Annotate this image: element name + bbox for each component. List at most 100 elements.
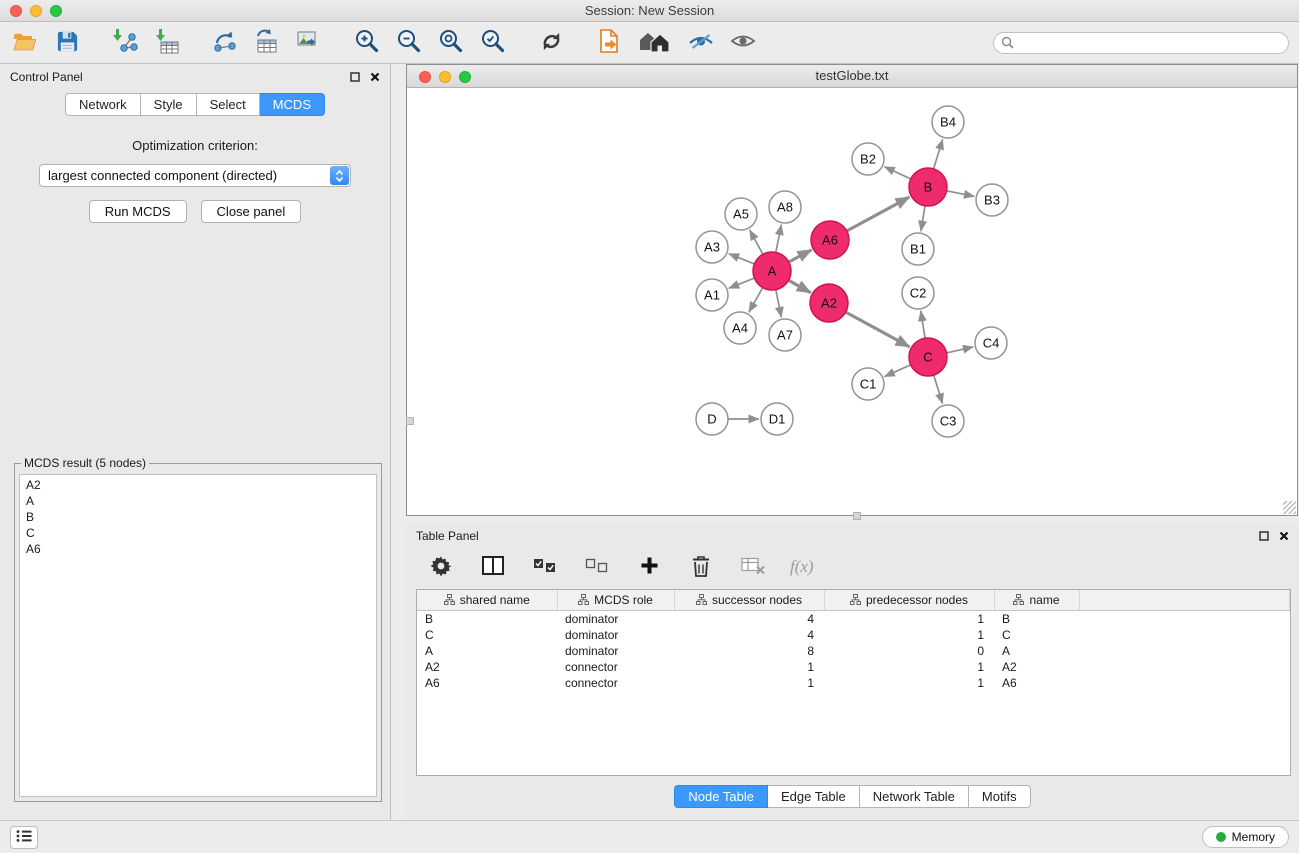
- zoom-window-button[interactable]: [50, 5, 62, 17]
- table-row[interactable]: Bdominator41B: [417, 611, 1290, 628]
- import-network-button[interactable]: [110, 28, 140, 58]
- edge-C-C1[interactable]: [884, 365, 910, 377]
- control-tab-network[interactable]: Network: [65, 93, 141, 116]
- import-table-button[interactable]: [152, 28, 182, 58]
- edge-A6-B[interactable]: [847, 197, 910, 231]
- show-panels-button[interactable]: [10, 826, 38, 849]
- refresh-layout-button[interactable]: [536, 28, 566, 58]
- node-A8[interactable]: A8: [769, 191, 801, 223]
- node-A[interactable]: A: [753, 252, 791, 290]
- node-B[interactable]: B: [909, 168, 947, 206]
- table-cell[interactable]: A2: [417, 659, 557, 675]
- node-A3[interactable]: A3: [696, 231, 728, 263]
- edge-C-C2[interactable]: [921, 311, 925, 338]
- splitter-nub[interactable]: [853, 512, 861, 520]
- home-view-button[interactable]: [636, 28, 674, 58]
- edge-A2-C[interactable]: [846, 312, 910, 347]
- column-header-MCDS-role[interactable]: MCDS role: [557, 590, 674, 611]
- table-cell[interactable]: B: [994, 611, 1079, 628]
- edge-B-B2[interactable]: [884, 167, 911, 179]
- table-cell[interactable]: A2: [994, 659, 1079, 675]
- node-A1[interactable]: A1: [696, 279, 728, 311]
- optimization-criterion-dropdown[interactable]: largest connected component (directed): [39, 164, 351, 187]
- float-table-panel-icon[interactable]: [1259, 531, 1269, 541]
- float-panel-icon[interactable]: [350, 72, 360, 82]
- open-recent-file-button[interactable]: [594, 28, 624, 58]
- table-cell[interactable]: A6: [994, 675, 1079, 691]
- table-cell[interactable]: 1: [824, 627, 994, 643]
- zoom-out-button[interactable]: [394, 28, 424, 58]
- control-tab-select[interactable]: Select: [197, 93, 260, 116]
- node-C4[interactable]: C4: [975, 327, 1007, 359]
- column-header-shared-name[interactable]: shared name: [417, 590, 557, 611]
- network-canvas[interactable]: B4B2BB3A8A5A6A3B1AC2A1A2A4A7C4CC1C3DD1: [407, 88, 1297, 515]
- column-options-button[interactable]: [478, 552, 508, 582]
- table-row[interactable]: A2connector11A2: [417, 659, 1290, 675]
- new-table-button[interactable]: [252, 28, 282, 58]
- mcds-result-item[interactable]: C: [26, 525, 370, 541]
- table-tab-edge-table[interactable]: Edge Table: [768, 785, 860, 808]
- mcds-result-item[interactable]: A6: [26, 541, 370, 557]
- table-tab-network-table[interactable]: Network Table: [860, 785, 969, 808]
- table-tab-node-table[interactable]: Node Table: [674, 785, 768, 808]
- table-cell[interactable]: C: [417, 627, 557, 643]
- node-A6[interactable]: A6: [811, 221, 849, 259]
- export-image-button[interactable]: [294, 28, 324, 58]
- new-network-button[interactable]: [210, 28, 240, 58]
- edge-A-A5[interactable]: [750, 230, 763, 255]
- node-A5[interactable]: A5: [725, 198, 757, 230]
- table-row[interactable]: Cdominator41C: [417, 627, 1290, 643]
- node-A4[interactable]: A4: [724, 312, 756, 344]
- control-tab-style[interactable]: Style: [141, 93, 197, 116]
- edge-A-A4[interactable]: [749, 288, 763, 313]
- close-panel-icon[interactable]: [370, 72, 380, 82]
- memory-button[interactable]: Memory: [1202, 826, 1289, 848]
- node-A2[interactable]: A2: [810, 284, 848, 322]
- table-cell[interactable]: connector: [557, 659, 674, 675]
- zoom-selected-button[interactable]: [478, 28, 508, 58]
- table-tab-motifs[interactable]: Motifs: [969, 785, 1031, 808]
- node-B1[interactable]: B1: [902, 233, 934, 265]
- edge-C-C3[interactable]: [934, 375, 943, 404]
- network-zoom-button[interactable]: [459, 71, 471, 83]
- table-row[interactable]: A6connector11A6: [417, 675, 1290, 691]
- node-B3[interactable]: B3: [976, 184, 1008, 216]
- search-input[interactable]: [993, 32, 1289, 54]
- table-cell[interactable]: 0: [824, 643, 994, 659]
- table-cell[interactable]: dominator: [557, 627, 674, 643]
- column-header-name[interactable]: name: [994, 590, 1079, 611]
- edge-A-A8[interactable]: [776, 225, 782, 253]
- table-cell[interactable]: C: [994, 627, 1079, 643]
- mcds-result-item[interactable]: B: [26, 509, 370, 525]
- zoom-in-button[interactable]: [352, 28, 382, 58]
- node-D[interactable]: D: [696, 403, 728, 435]
- edge-B-B3[interactable]: [947, 191, 975, 197]
- table-cell[interactable]: 1: [824, 659, 994, 675]
- delete-column-button[interactable]: [686, 552, 716, 582]
- table-cell[interactable]: 1: [674, 675, 824, 691]
- edge-B-B4[interactable]: [934, 139, 943, 169]
- table-cell[interactable]: 4: [674, 627, 824, 643]
- edge-A-A6[interactable]: [789, 250, 812, 262]
- column-header-predecessor-nodes[interactable]: predecessor nodes: [824, 590, 994, 611]
- node-C2[interactable]: C2: [902, 277, 934, 309]
- toggle-graphics-details-button[interactable]: [686, 28, 716, 58]
- minimize-window-button[interactable]: [30, 5, 42, 17]
- select-all-button[interactable]: [530, 552, 560, 582]
- edge-A-A2[interactable]: [789, 280, 811, 292]
- run-mcds-button[interactable]: Run MCDS: [89, 200, 187, 223]
- table-cell[interactable]: A6: [417, 675, 557, 691]
- table-cell[interactable]: 1: [824, 675, 994, 691]
- open-session-button[interactable]: [10, 28, 40, 58]
- edge-A-A1[interactable]: [729, 278, 755, 288]
- control-tab-mcds[interactable]: MCDS: [260, 93, 325, 116]
- table-cell[interactable]: A: [994, 643, 1079, 659]
- function-builder-button[interactable]: f(x): [790, 557, 814, 577]
- save-session-button[interactable]: [52, 28, 82, 58]
- table-cell[interactable]: 8: [674, 643, 824, 659]
- node-C[interactable]: C: [909, 338, 947, 376]
- close-window-button[interactable]: [10, 5, 22, 17]
- column-header-successor-nodes[interactable]: successor nodes: [674, 590, 824, 611]
- table-cell[interactable]: B: [417, 611, 557, 628]
- mcds-result-list[interactable]: A2ABCA6: [19, 474, 377, 797]
